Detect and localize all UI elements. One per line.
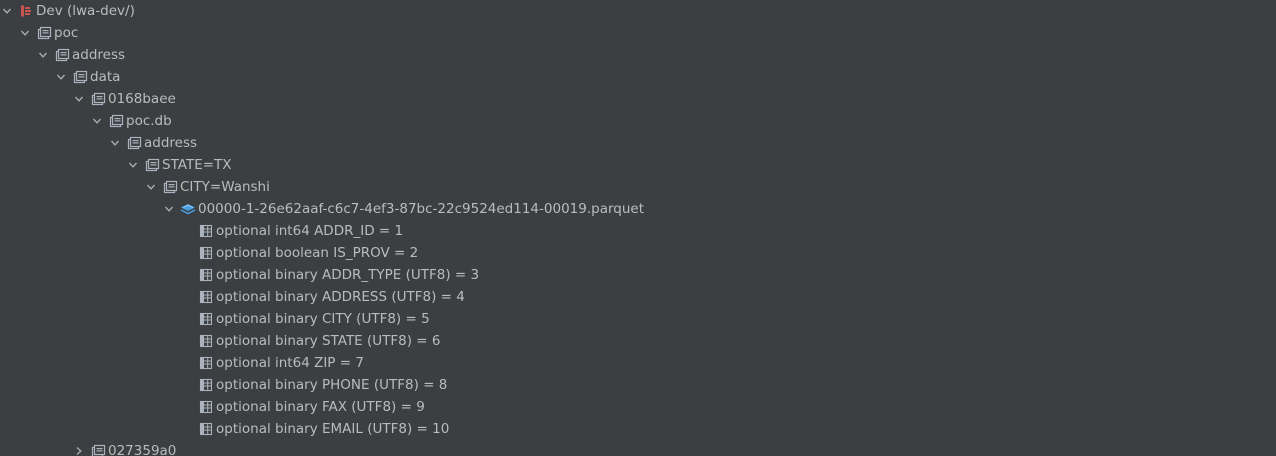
tree-node-column[interactable]: optional int64 ZIP = 7 <box>180 352 364 374</box>
tree-node-label: optional binary ADDR_TYPE (UTF8) = 3 <box>216 267 480 283</box>
parquet-file-icon <box>180 201 196 217</box>
tree-node-column[interactable]: optional binary FAX (UTF8) = 9 <box>180 396 425 418</box>
tree-node-label: data <box>90 69 121 85</box>
folder-icon <box>90 91 106 107</box>
tree-node-city-partition[interactable]: CITY=Wanshi <box>144 176 270 198</box>
tree-node-column[interactable]: optional binary PHONE (UTF8) = 8 <box>180 374 447 396</box>
chevron-down-icon[interactable] <box>54 70 68 84</box>
tree-node-label: optional binary EMAIL (UTF8) = 10 <box>216 421 450 437</box>
column-icon <box>198 289 214 305</box>
chevron-down-icon[interactable] <box>144 180 158 194</box>
tree-node-label: address <box>72 47 126 63</box>
tree-node-label: poc <box>54 25 79 41</box>
folder-icon <box>126 135 142 151</box>
tree-node-label: CITY=Wanshi <box>180 179 270 195</box>
folder-icon <box>54 47 70 63</box>
tree-node-column[interactable]: optional binary ADDR_TYPE (UTF8) = 3 <box>180 264 479 286</box>
tree-node-poc[interactable]: poc <box>18 22 78 44</box>
chevron-down-icon[interactable] <box>72 92 86 106</box>
column-icon <box>198 333 214 349</box>
tree-node-address-table[interactable]: address <box>108 132 197 154</box>
column-icon <box>198 421 214 437</box>
tree-node-root[interactable]: Dev (lwa-dev/) <box>0 0 135 22</box>
tree-node-0168baee[interactable]: 0168baee <box>72 88 176 110</box>
tree-node-label: optional binary PHONE (UTF8) = 8 <box>216 377 448 393</box>
chevron-down-icon[interactable] <box>90 114 104 128</box>
tree-node-poc-db[interactable]: poc.db <box>90 110 172 132</box>
chevron-down-icon[interactable] <box>108 136 122 150</box>
chevron-down-icon[interactable] <box>36 48 50 62</box>
tree-node-data[interactable]: data <box>54 66 120 88</box>
chevron-down-icon[interactable] <box>0 4 14 18</box>
tree-node-label: poc.db <box>126 113 172 129</box>
folder-icon <box>162 179 178 195</box>
tree-node-label: optional int64 ZIP = 7 <box>216 355 364 371</box>
column-icon <box>198 245 214 261</box>
column-icon <box>198 311 214 327</box>
folder-icon <box>36 25 52 41</box>
tree-node-label: optional binary FAX (UTF8) = 9 <box>216 399 425 415</box>
tree-node-label: optional binary STATE (UTF8) = 6 <box>216 333 441 349</box>
tree-node-column[interactable]: optional binary EMAIL (UTF8) = 10 <box>180 418 449 440</box>
column-icon <box>198 399 214 415</box>
folder-icon <box>72 69 88 85</box>
tree-node-column[interactable]: optional binary STATE (UTF8) = 6 <box>180 330 441 352</box>
tree-node-label: optional binary CITY (UTF8) = 5 <box>216 311 430 327</box>
hdfs-root-icon <box>18 3 34 19</box>
folder-icon <box>144 157 160 173</box>
tree-node-label: 027359a0 <box>108 443 177 456</box>
tree-node-column[interactable]: optional binary CITY (UTF8) = 5 <box>180 308 430 330</box>
folder-icon <box>90 443 106 456</box>
chevron-down-icon[interactable] <box>162 202 176 216</box>
tree-node-label: optional int64 ADDR_ID = 1 <box>216 223 404 239</box>
chevron-down-icon[interactable] <box>18 26 32 40</box>
column-icon <box>198 355 214 371</box>
folder-icon <box>108 113 124 129</box>
column-icon <box>198 223 214 239</box>
file-tree: Dev (lwa-dev/) poc address data 0168baee… <box>0 0 1276 456</box>
column-icon <box>198 267 214 283</box>
column-icon <box>198 377 214 393</box>
tree-node-label: optional boolean IS_PROV = 2 <box>216 245 419 261</box>
tree-node-parquet-file[interactable]: 00000-1-26e62aaf-c6c7-4ef3-87bc-22c9524e… <box>162 198 644 220</box>
tree-node-label: Dev (lwa-dev/) <box>36 3 135 19</box>
tree-node-label: optional binary ADDRESS (UTF8) = 4 <box>216 289 465 305</box>
tree-node-address[interactable]: address <box>36 44 125 66</box>
tree-node-column[interactable]: optional binary ADDRESS (UTF8) = 4 <box>180 286 465 308</box>
tree-node-column[interactable]: optional boolean IS_PROV = 2 <box>180 242 418 264</box>
tree-node-label: 0168baee <box>108 91 176 107</box>
tree-node-027359a0[interactable]: 027359a0 <box>72 440 176 456</box>
tree-node-label: STATE=TX <box>162 157 232 173</box>
tree-node-label: 00000-1-26e62aaf-c6c7-4ef3-87bc-22c9524e… <box>198 201 645 217</box>
chevron-right-icon[interactable] <box>72 444 86 456</box>
chevron-down-icon[interactable] <box>126 158 140 172</box>
tree-node-column[interactable]: optional int64 ADDR_ID = 1 <box>180 220 403 242</box>
tree-node-state-partition[interactable]: STATE=TX <box>126 154 232 176</box>
tree-node-label: address <box>144 135 198 151</box>
